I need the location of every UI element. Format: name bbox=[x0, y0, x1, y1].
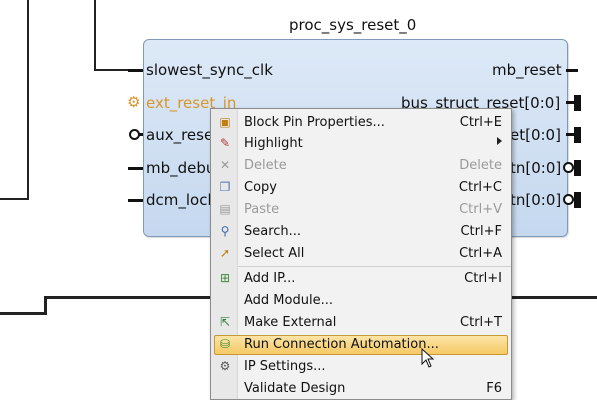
menu-item-highlight[interactable]: ✎ Highlight bbox=[211, 133, 511, 155]
bus-pin-marker[interactable] bbox=[574, 95, 581, 111]
wire[interactable] bbox=[0, 312, 46, 315]
pin-interconnect-aresetn[interactable]: tn[0:0] bbox=[510, 159, 561, 177]
search-icon: ⚲ bbox=[220, 224, 230, 238]
pin-stub[interactable] bbox=[566, 133, 574, 136]
pin-dcm-locked[interactable]: dcm_lock bbox=[146, 191, 216, 209]
menu-item-add-ip[interactable]: ⊞ Add IP... Ctrl+I bbox=[211, 268, 511, 290]
pin-peripheral-reset[interactable]: et[0:0] bbox=[510, 126, 561, 144]
select-all-icon: ➚ bbox=[219, 246, 231, 260]
pin-mb-reset[interactable]: mb_reset bbox=[492, 61, 562, 79]
menu-item-ip-settings[interactable]: ⚙ IP Settings... bbox=[211, 356, 511, 378]
make-external-icon: ⇱ bbox=[219, 315, 231, 329]
submenu-arrow-icon bbox=[497, 137, 502, 145]
pin-stub[interactable] bbox=[566, 69, 578, 72]
menu-item-copy[interactable]: ❐ Copy Ctrl+C bbox=[211, 177, 511, 199]
menu-item-select-all[interactable]: ➚ Select All Ctrl+A bbox=[211, 243, 511, 265]
block-title: proc_sys_reset_0 bbox=[289, 16, 417, 34]
menu-separator bbox=[238, 266, 511, 267]
pin-stub[interactable] bbox=[138, 133, 143, 136]
wire[interactable] bbox=[44, 296, 211, 299]
highlight-icon: ✎ bbox=[219, 136, 231, 150]
bus-pin-marker[interactable] bbox=[574, 127, 581, 143]
menu-item-search[interactable]: ⚲ Search... Ctrl+F bbox=[211, 221, 511, 243]
context-menu: ▣ Block Pin Properties... Ctrl+E ✎ Highl… bbox=[210, 108, 512, 400]
mouse-cursor-icon bbox=[421, 348, 435, 368]
pin-stub[interactable] bbox=[128, 199, 143, 202]
pin-aux-reset-in[interactable]: aux_rese bbox=[146, 126, 213, 144]
add-ip-icon: ⊞ bbox=[219, 271, 231, 285]
menu-item-block-pin-properties[interactable]: ▣ Block Pin Properties... Ctrl+E bbox=[211, 112, 511, 134]
wire[interactable] bbox=[509, 296, 597, 299]
ip-settings-icon: ⚙ bbox=[219, 359, 231, 373]
menu-item-paste[interactable]: ▤ Paste Ctrl+V bbox=[211, 199, 511, 221]
pin-circle-icon[interactable] bbox=[563, 194, 574, 205]
paste-icon: ▤ bbox=[219, 202, 231, 216]
menu-item-make-external[interactable]: ⇱ Make External Ctrl+T bbox=[211, 312, 511, 334]
menu-item-delete[interactable]: ✕ Delete Delete bbox=[211, 155, 511, 177]
wire[interactable] bbox=[27, 0, 29, 200]
pin-stub[interactable] bbox=[128, 69, 143, 72]
gear-icon[interactable]: ⚙ bbox=[127, 95, 140, 110]
wire[interactable] bbox=[0, 198, 29, 200]
bus-pin-marker[interactable] bbox=[574, 160, 581, 176]
pin-slowest-sync-clk[interactable]: slowest_sync_clk bbox=[146, 61, 273, 79]
wire[interactable] bbox=[94, 0, 96, 70]
block-pin-properties-icon: ▣ bbox=[219, 115, 231, 129]
pin-stub[interactable] bbox=[566, 101, 574, 104]
pin-stub[interactable] bbox=[128, 167, 143, 170]
pin-peripheral-aresetn[interactable]: tn[0:0] bbox=[510, 191, 561, 209]
pin-mb-debug-sys-rst[interactable]: mb_debu bbox=[146, 159, 215, 177]
menu-item-add-module[interactable]: Add Module... bbox=[211, 290, 511, 312]
menu-item-validate-design[interactable]: Validate Design F6 bbox=[211, 378, 511, 400]
menu-item-run-connection-automation[interactable]: ⛁ Run Connection Automation... bbox=[211, 334, 511, 356]
run-connection-automation-icon: ⛁ bbox=[219, 337, 231, 351]
delete-icon: ✕ bbox=[219, 158, 231, 172]
copy-icon: ❐ bbox=[219, 180, 231, 194]
bus-pin-marker[interactable] bbox=[574, 192, 581, 208]
pin-circle-icon[interactable] bbox=[563, 162, 574, 173]
